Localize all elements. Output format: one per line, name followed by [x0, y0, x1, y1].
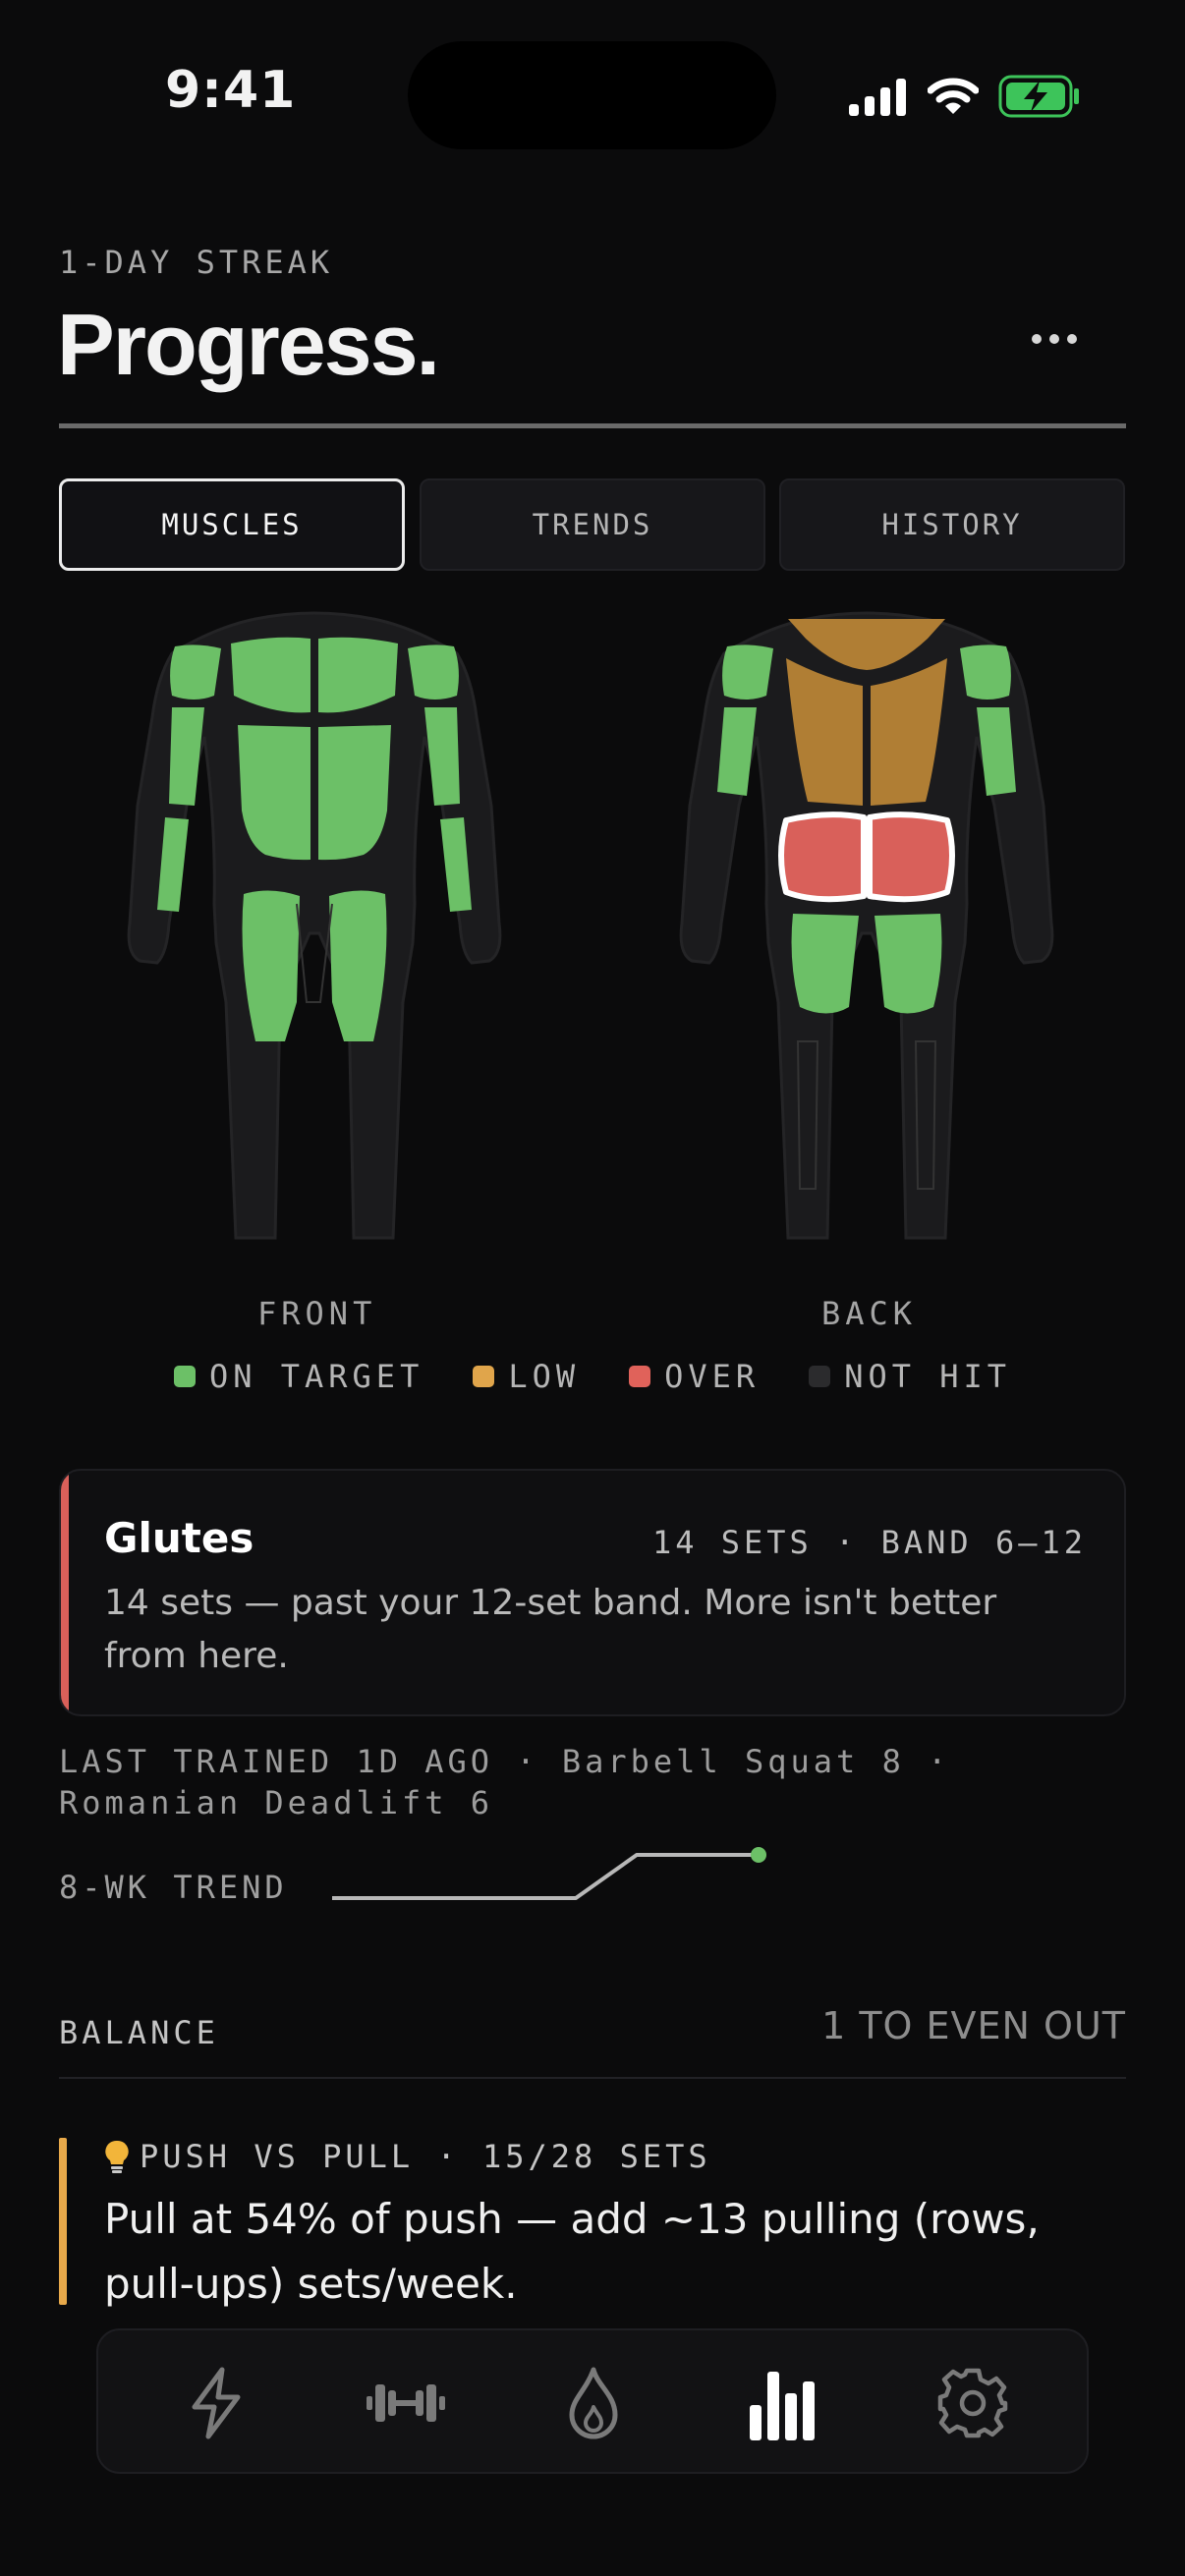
wifi-icon	[928, 78, 979, 114]
last-trained-text: LAST TRAINED 1D AGO · Barbell Squat 8 · …	[59, 1743, 951, 1821]
trend-label: 8-WK TREND	[59, 1869, 288, 1906]
muscle-description: 14 sets — past your 12-set band. More is…	[104, 1583, 997, 1676]
legend-low: LOW	[473, 1358, 580, 1395]
dynamic-island	[408, 41, 776, 149]
nav-progress[interactable]	[743, 2364, 821, 2442]
card-status-bar	[61, 1471, 69, 1714]
balance-label: BALANCE	[59, 2014, 219, 2051]
more-dot-icon	[1032, 334, 1042, 344]
page-title: Progress.	[57, 296, 440, 393]
gear-icon	[937, 2368, 1008, 2438]
sparkline-line	[332, 1853, 759, 1900]
muscle-detail-card[interactable]: Glutes 14 SETS · BAND 6–12 14 sets — pas…	[59, 1469, 1126, 1716]
legend-swatch	[173, 1366, 196, 1387]
status-time: 9:41	[165, 61, 297, 120]
legend-over: OVER	[629, 1358, 760, 1395]
muscle-name: Glutes	[104, 1514, 254, 1562]
body-front-figure[interactable]	[118, 609, 511, 1258]
legend-swatch	[473, 1366, 495, 1387]
tab-trends[interactable]: TRENDS	[420, 478, 765, 571]
nav-dumbbell[interactable]	[362, 2364, 450, 2442]
muscle-legend: ON TARGET LOW OVER NOT HIT	[0, 1358, 1185, 1395]
legend-not-hit: NOT HIT	[809, 1358, 1011, 1395]
balance-summary: 1 TO EVEN OUT	[821, 2004, 1126, 2047]
nav-flame[interactable]	[554, 2364, 633, 2442]
legend-swatch	[629, 1366, 651, 1387]
sparkline-end-dot	[751, 1847, 766, 1863]
body-back-figure[interactable]	[670, 609, 1063, 1258]
more-dot-icon	[1049, 334, 1059, 344]
flame-icon	[569, 2367, 618, 2439]
more-options-button[interactable]	[1032, 324, 1091, 354]
nav-settings[interactable]	[933, 2364, 1012, 2442]
dumbbell-icon	[367, 2384, 445, 2422]
cellular-signal-icon	[849, 79, 906, 116]
back-label: BACK	[821, 1295, 918, 1332]
tip-heading: PUSH VS PULL · 15/28 SETS	[104, 2138, 711, 2175]
back-muscles-over	[778, 812, 955, 903]
tip-body: Pull at 54% of push — add ~13 pulling (r…	[104, 2195, 1040, 2308]
bottom-tab-bar	[96, 2328, 1089, 2474]
trend-sparkline	[332, 1847, 766, 1900]
bar-chart-icon	[750, 2372, 815, 2440]
battery-charging-icon	[998, 75, 1079, 118]
legend-swatch	[809, 1366, 831, 1387]
tab-muscles[interactable]: MUSCLES	[59, 478, 405, 571]
legend-on-target: ON TARGET	[173, 1358, 423, 1395]
header-divider	[59, 423, 1126, 428]
tip-accent-bar	[59, 2138, 67, 2305]
balance-divider	[59, 2077, 1126, 2079]
bolt-icon	[192, 2367, 241, 2439]
nav-bolt[interactable]	[177, 2364, 255, 2442]
more-dot-icon	[1067, 334, 1077, 344]
lightbulb-icon	[105, 2140, 129, 2173]
front-label: FRONT	[257, 1295, 377, 1332]
tab-history[interactable]: HISTORY	[779, 478, 1125, 571]
streak-label: 1-DAY STREAK	[59, 244, 334, 281]
muscle-sets-meta: 14 SETS · BAND 6–12	[651, 1524, 1087, 1561]
